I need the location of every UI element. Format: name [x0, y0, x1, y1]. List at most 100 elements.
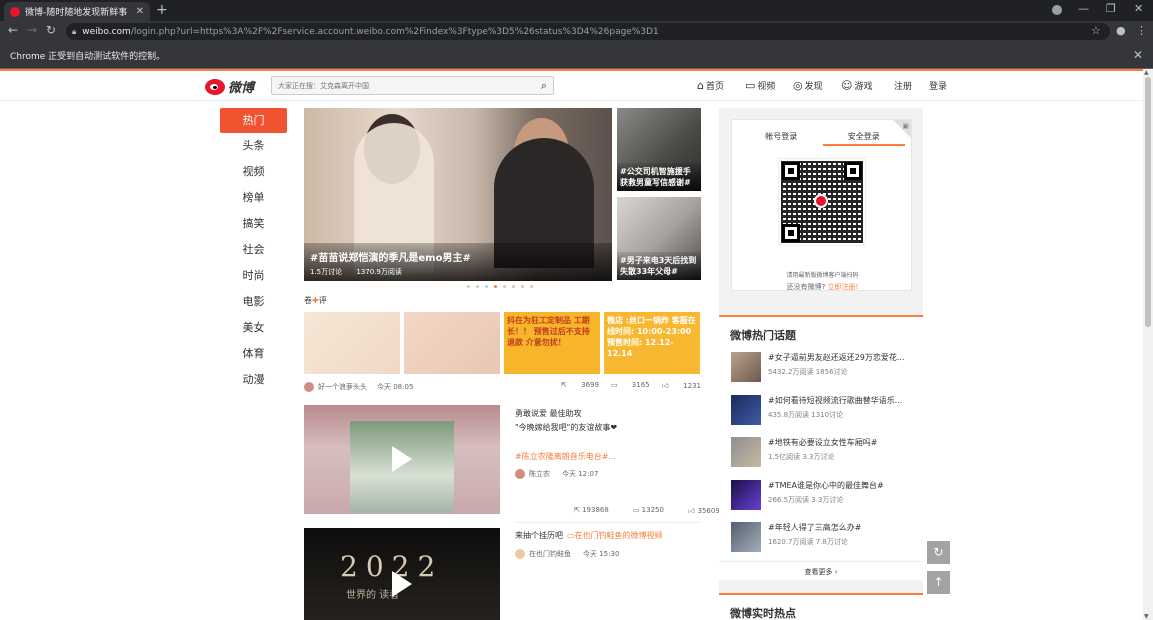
category-hot[interactable]: 热门 [220, 108, 287, 133]
play-icon[interactable] [392, 446, 414, 472]
topic-item[interactable]: #年轻人得了三高怎么办# 1620.7万阅读 7.8万讨论 [731, 522, 916, 552]
carousel-dot[interactable] [512, 285, 515, 288]
bookmark-star-icon[interactable]: ☆ [1091, 24, 1101, 37]
tab-secure-login[interactable]: 安全登录 [822, 128, 905, 146]
side-news-item[interactable]: #男子来电3天后找到失散33年父母# [617, 197, 701, 280]
automation-notice: Chrome 正受到自动测试软件的控制。 [10, 51, 166, 62]
topic-item[interactable]: #地铁有必要设立女性车厢吗# 1.5亿阅读 3.3万讨论 [731, 437, 916, 467]
search-input[interactable] [278, 81, 528, 90]
maximize-icon[interactable]: ❐ [1106, 2, 1116, 15]
category-headlines[interactable]: 头条 [220, 133, 287, 159]
reload-icon[interactable]: ↻ [46, 23, 56, 37]
share-count: 3699 [581, 381, 599, 389]
new-tab-icon[interactable]: + [156, 2, 168, 18]
login-link[interactable]: 登录 [929, 79, 947, 92]
register-link[interactable]: 注册 [894, 79, 912, 92]
tab-close-icon[interactable]: ✕ [136, 6, 144, 17]
url-path: /login.php?url=https%3A%2F%2Fservice.acc… [130, 26, 659, 37]
refresh-button[interactable]: ↻ [927, 541, 950, 564]
carousel-dot[interactable] [485, 285, 488, 288]
topic-item[interactable]: #如何看待短视频流行歌曲替华语乐... 435.8万阅读 1310讨论 [731, 395, 916, 425]
category-sports[interactable]: 体育 [220, 341, 287, 367]
grid-image[interactable]: 抖在为狂工定制品 工期长！！ 预售过后不支持退款 介意勿扰！ [504, 312, 600, 374]
close-window-icon[interactable]: ✕ [1134, 2, 1143, 15]
address-bar[interactable]: 🔒︎ weibo.com /login.php?url=https%3A%2F%… [66, 23, 1110, 40]
search-icon[interactable]: ⌕ [541, 79, 547, 93]
nav-video[interactable]: ▭ 视频 [745, 79, 775, 92]
nav-discover[interactable]: ◎ 发现 [793, 79, 823, 92]
like-button[interactable]: 👍︎ 1231 [662, 381, 701, 390]
register-now-link[interactable]: 立即注册! [828, 283, 859, 291]
topic-image [731, 480, 761, 510]
avatar[interactable] [515, 549, 525, 559]
avatar[interactable] [515, 469, 525, 479]
hero-banner[interactable]: #苗苗说郑恺演的季凡是emo男主# 1.5万讨论 1370.9万阅读 [304, 108, 612, 281]
menu-kebab-icon[interactable]: ⋮ [1136, 24, 1147, 37]
infobar-close-icon[interactable]: ✕ [1133, 48, 1143, 62]
weibo-logo[interactable]: 微博 [205, 77, 254, 96]
view-more-link[interactable]: 查看更多 › [719, 561, 923, 582]
weibo-page: 微博 ⌕ ⌂ 首页 ▭ 视频 ◎ 发现 ☺ 游戏 注册 登录 热门 头条 视频 … [0, 69, 1143, 620]
video-thumbnail[interactable] [304, 405, 500, 514]
carousel-dot[interactable] [530, 285, 533, 288]
minimize-icon[interactable]: — [1078, 2, 1089, 15]
comment-button[interactable]: ▭ 13250 [633, 506, 676, 515]
tab-account-login[interactable]: 帐号登录 [740, 128, 823, 146]
qr-hint: 请用最新版微博客户端扫码 [786, 272, 859, 279]
category-society[interactable]: 社会 [220, 237, 287, 263]
video-link[interactable]: ▭在也门钓鲑鱼的微博视频 [567, 530, 663, 541]
browser-tab[interactable]: 微博-随时随地发现新鲜事 ✕ [4, 2, 150, 21]
divider [515, 522, 701, 523]
scroll-up-icon[interactable]: ▲ [1144, 69, 1149, 76]
nav-games[interactable]: ☺ 游戏 [841, 79, 872, 92]
video-author[interactable]: 陈立农 [529, 469, 550, 479]
video-title[interactable]: 来抽个挂历吧 [515, 530, 563, 541]
comment-button[interactable]: ▭ 3165 [611, 381, 650, 390]
topic-name: #年轻人得了三高怎么办# [768, 523, 862, 532]
back-icon[interactable]: ← [8, 23, 18, 37]
carousel-dot[interactable] [476, 285, 479, 288]
search-box: ⌕ [271, 76, 554, 95]
topic-item[interactable]: #TMEA谁是你心中的最佳舞台# 266.5万阅读 3.3万讨论 [731, 480, 916, 510]
category-movies[interactable]: 电影 [220, 289, 287, 315]
compass-icon: ◎ [793, 79, 803, 92]
share-button[interactable]: ⇱ 193868 [574, 506, 621, 515]
back-to-top-button[interactable]: ↑ [927, 571, 950, 594]
post-author[interactable]: 好一个浪萝头头 [318, 382, 367, 392]
page-scrollbar[interactable]: ▲ ▼ [1143, 69, 1153, 620]
account-icon[interactable]: ● [1116, 24, 1126, 37]
category-ranking[interactable]: 榜单 [220, 185, 287, 211]
share-button[interactable]: ⇱ 3699 [561, 381, 599, 390]
category-video[interactable]: 视频 [220, 159, 287, 185]
side-news-item[interactable]: #公交司机智施援手获救男童写信感谢# [617, 108, 701, 191]
category-fashion[interactable]: 时尚 [220, 263, 287, 289]
grid-image[interactable] [404, 312, 500, 374]
forward-icon[interactable]: → [27, 23, 37, 37]
video-title[interactable]: 勇敢说爱 最佳助攻 [515, 408, 582, 419]
video-tag[interactable]: #陈立农隆离朗音乐电台#... [515, 451, 616, 462]
weibo-logo-icon [814, 194, 828, 208]
avatar[interactable] [304, 382, 314, 392]
profile-menu-icon[interactable] [1052, 5, 1062, 15]
category-nav: 热门 头条 视频 榜单 搞笑 社会 时尚 电影 美女 体育 动漫 [220, 108, 287, 393]
carousel-dot[interactable] [521, 285, 524, 288]
nav-home[interactable]: ⌂ 首页 [697, 79, 724, 92]
video-author[interactable]: 在也门钓鲑鱼 [529, 549, 571, 559]
grid-image[interactable]: 微店 :丝口一锅炸 客服在线时间: 10:00-23:00 预售时间: 12.1… [604, 312, 700, 374]
carousel-dot[interactable] [503, 285, 506, 288]
scroll-down-icon[interactable]: ▼ [1144, 613, 1149, 620]
hero-title[interactable]: #苗苗说郑恺演的季凡是emo男主# [310, 249, 606, 264]
carousel-dot[interactable] [494, 285, 497, 288]
category-anime[interactable]: 动漫 [220, 367, 287, 393]
category-funny[interactable]: 搞笑 [220, 211, 287, 237]
play-icon[interactable] [392, 571, 414, 597]
browser-toolbar: ← → ↻ 🔒︎ weibo.com /login.php?url=https%… [0, 21, 1153, 42]
topic-item[interactable]: #女子逼前男友赵还返还29万恋爱花... 5432.2万阅读 1856讨论 [731, 352, 916, 382]
carousel-dot[interactable] [467, 285, 470, 288]
no-account-line: 还没有微博? 立即注册! [732, 282, 913, 292]
topic-image [731, 522, 761, 552]
grid-image[interactable] [304, 312, 400, 374]
category-beauty[interactable]: 美女 [220, 315, 287, 341]
scrollbar-thumb[interactable] [1145, 77, 1151, 327]
video-thumbnail[interactable]: 2022 世界的 读者 [304, 528, 500, 620]
